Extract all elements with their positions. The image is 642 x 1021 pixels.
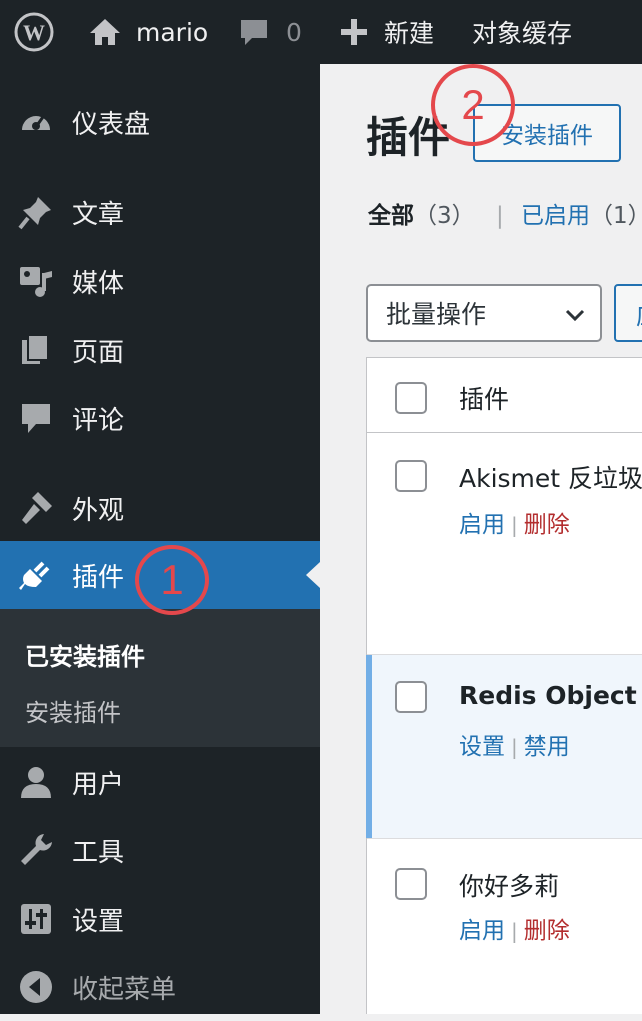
object-cache-label: 对象缓存 xyxy=(472,19,573,48)
sidebar-item-settings[interactable]: 设置 xyxy=(0,885,320,953)
bulk-actions-label: 批量操作 xyxy=(386,300,487,329)
user-icon xyxy=(21,767,51,798)
sidebar-item-tools[interactable]: 工具 xyxy=(0,816,320,884)
table-row: 你好多莉 启用 | 删除 xyxy=(367,839,642,1014)
plugin-icon xyxy=(19,561,50,590)
filter-all-count: （3） xyxy=(414,203,475,229)
sidebar-item-media[interactable]: 媒体 xyxy=(0,247,320,315)
chevron-down-icon xyxy=(565,309,585,322)
sidebar-item-appearance[interactable]: 外观 xyxy=(0,474,320,542)
activate-link[interactable]: 启用 xyxy=(459,918,505,944)
new-label: 新建 xyxy=(384,19,435,48)
delete-link[interactable]: 删除 xyxy=(524,918,570,944)
wrench-icon xyxy=(21,834,52,865)
filter-separator: | xyxy=(495,203,504,229)
column-header-plugin: 插件 xyxy=(459,385,510,414)
apply-button[interactable]: 应 xyxy=(614,284,642,342)
delete-link[interactable]: 删除 xyxy=(524,512,570,538)
plugin-name: Akismet 反垃圾评论 xyxy=(459,464,642,493)
annotation-marker-2: 2 xyxy=(431,64,515,146)
new-content-link[interactable]: 新建 xyxy=(340,0,434,64)
sidebar-item-label: 工具 xyxy=(72,837,125,868)
sidebar-item-label: 文章 xyxy=(72,199,125,230)
main-content: 插件 安装插件 全部（3） | 已启用（1） 批量操作 应 插件 Akismet… xyxy=(320,64,642,1014)
bulk-actions-select[interactable]: 批量操作 xyxy=(366,284,602,342)
comments-link[interactable]: 0 xyxy=(238,0,302,64)
row-actions: 启用 | 删除 xyxy=(459,512,570,538)
plugin-name: 你好多莉 xyxy=(459,872,560,901)
svg-text:W: W xyxy=(23,20,45,45)
sidebar-item-label: 设置 xyxy=(72,906,125,937)
row-checkbox[interactable] xyxy=(395,681,427,713)
filter-active-count: （1） xyxy=(590,203,642,229)
plus-icon xyxy=(341,19,367,45)
wordpress-logo-icon[interactable]: W xyxy=(14,0,54,64)
pages-icon xyxy=(22,334,49,364)
admin-bar: W mario 0 新建 对象缓存 xyxy=(0,0,642,64)
table-row: Akismet 反垃圾评论 启用|删除 xyxy=(367,433,642,655)
submenu-installed-plugins[interactable]: 已安装插件 xyxy=(25,637,145,672)
dashboard-icon xyxy=(22,115,50,130)
comments-count: 0 xyxy=(286,17,302,47)
sidebar-item-dashboard[interactable]: 仪表盘 xyxy=(0,88,320,156)
media-icon xyxy=(20,267,52,297)
appearance-icon xyxy=(22,492,52,524)
annotation-marker-1: 1 xyxy=(135,545,209,615)
comment-icon xyxy=(22,404,50,433)
row-checkbox[interactable] xyxy=(395,460,427,492)
sidebar-item-label: 外观 xyxy=(72,495,125,526)
current-menu-arrow xyxy=(306,562,320,588)
select-all-checkbox[interactable] xyxy=(395,382,427,414)
row-actions: 启用 | 删除 xyxy=(459,918,570,944)
filter-all[interactable]: 全部 xyxy=(368,203,414,229)
sidebar-item-posts[interactable]: 文章 xyxy=(0,178,320,246)
settings-link[interactable]: 设置 xyxy=(459,734,505,760)
row-actions: 设置 | 禁用 xyxy=(459,734,570,760)
site-name: mario xyxy=(136,17,209,47)
apply-button-label: 应 xyxy=(636,296,642,331)
settings-icon xyxy=(21,904,51,934)
sidebar-item-label: 仪表盘 xyxy=(72,109,151,140)
sidebar-item-comments[interactable]: 评论 xyxy=(0,384,320,452)
object-cache-link[interactable]: 对象缓存 xyxy=(472,0,572,64)
sidebar-item-pages[interactable]: 页面 xyxy=(0,316,320,384)
filter-active[interactable]: 已启用 xyxy=(521,203,590,229)
plugin-status-filters: 全部（3） | 已启用（1） xyxy=(368,196,642,230)
sidebar-item-label: 插件 xyxy=(72,562,125,593)
sidebar-item-label: 页面 xyxy=(72,337,125,368)
sidebar-item-users[interactable]: 用户 xyxy=(0,748,320,816)
sidebar-item-label: 评论 xyxy=(72,405,125,436)
plugin-name: Redis Object Cache xyxy=(459,681,642,710)
sidebar-item-label: 媒体 xyxy=(72,268,125,299)
comment-icon xyxy=(241,20,267,45)
row-checkbox[interactable] xyxy=(395,868,427,900)
pin-icon xyxy=(18,197,51,230)
sidebar-item-label: 用户 xyxy=(72,769,125,800)
sidebar-collapse-menu[interactable]: 收起菜单 xyxy=(0,953,320,1021)
plugins-submenu: 已安装插件 安装插件 xyxy=(0,609,320,747)
deactivate-link[interactable]: 禁用 xyxy=(524,734,570,760)
admin-sidebar: 仪表盘 文章 媒体 页面 评论 外观 插件 已安装插件 安装插件 用户 工具 设… xyxy=(0,64,320,1014)
submenu-add-new-plugin[interactable]: 安装插件 xyxy=(25,693,121,728)
collapse-icon xyxy=(20,971,52,1003)
sidebar-item-label: 收起菜单 xyxy=(72,974,177,1005)
home-icon xyxy=(90,19,120,45)
table-header: 插件 xyxy=(367,358,642,433)
site-home-link[interactable]: mario xyxy=(88,0,208,64)
plugins-table: 插件 Akismet 反垃圾评论 启用|删除 Redis Object Cach… xyxy=(366,357,642,1014)
activate-link[interactable]: 启用 xyxy=(459,512,505,538)
table-row: Redis Object Cache 设置|禁用 xyxy=(366,655,642,839)
